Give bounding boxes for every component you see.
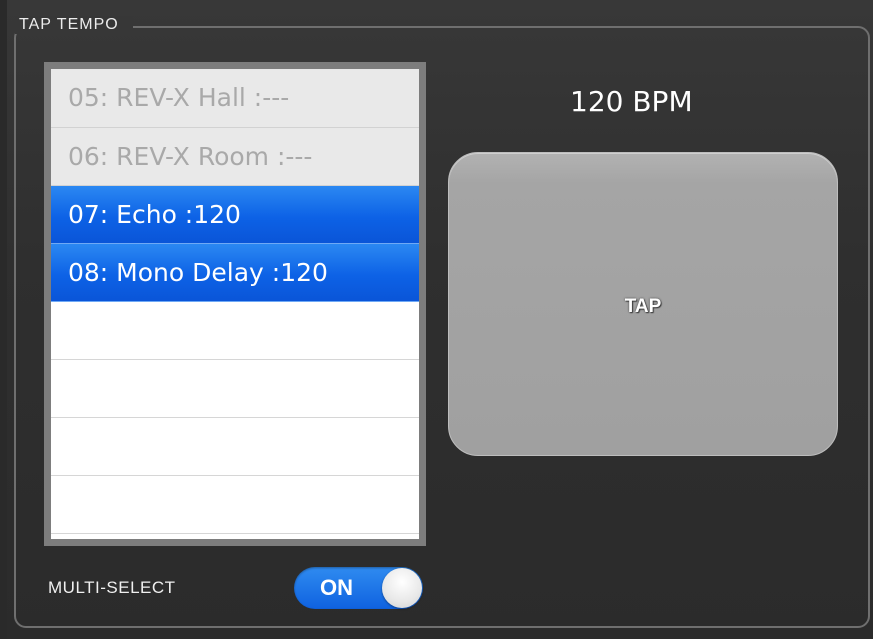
list-item[interactable]: 05: REV-X Hall :--- — [51, 69, 419, 128]
list-item[interactable]: 08: Mono Delay :120 — [51, 244, 419, 302]
section-title: TAP TEMPO — [15, 16, 133, 34]
toggle-knob[interactable] — [382, 568, 422, 608]
toggle-state-text: ON — [320, 575, 353, 600]
list-item[interactable]: 07: Echo :120 — [51, 186, 419, 244]
bpm-display: 120 BPM — [570, 85, 693, 118]
effects-list-inner: 05: REV-X Hall :--- 06: REV-X Room :--- … — [51, 69, 419, 539]
list-item[interactable] — [51, 302, 419, 360]
list-item[interactable]: 06: REV-X Room :--- — [51, 128, 419, 186]
list-item[interactable] — [51, 360, 419, 418]
multi-select-toggle[interactable]: ON — [294, 567, 423, 609]
effects-list[interactable]: 05: REV-X Hall :--- 06: REV-X Room :--- … — [44, 62, 426, 546]
list-item[interactable] — [51, 418, 419, 476]
list-item[interactable] — [51, 476, 419, 534]
tap-button-label: TAP — [624, 296, 662, 317]
tap-button[interactable]: TAP — [448, 152, 838, 456]
multi-select-label: MULTI-SELECT — [48, 578, 176, 597]
